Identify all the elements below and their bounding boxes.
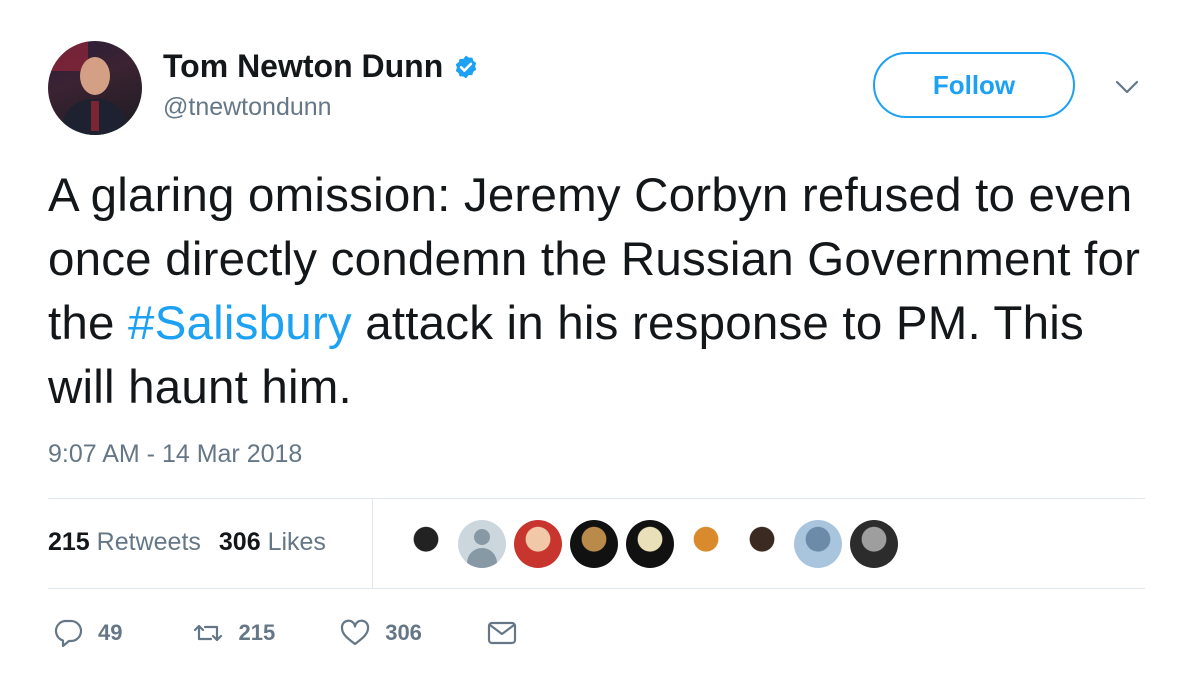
follow-button[interactable]: Follow bbox=[873, 52, 1075, 118]
liker-avatar[interactable] bbox=[794, 520, 842, 568]
author-name-row: Tom Newton Dunn bbox=[163, 48, 479, 85]
retweets-stat[interactable]: 215 Retweets bbox=[48, 528, 201, 556]
liker-avatars bbox=[402, 520, 898, 568]
reply-action[interactable]: 49 bbox=[52, 617, 122, 649]
liker-avatar[interactable] bbox=[738, 520, 786, 568]
reply-icon bbox=[54, 619, 83, 648]
retweets-count: 215 bbox=[48, 528, 90, 556]
chevron-down-icon[interactable] bbox=[1114, 77, 1140, 97]
author-avatar[interactable] bbox=[48, 41, 142, 135]
liker-avatar[interactable] bbox=[570, 520, 618, 568]
tweet-actions: 49 215 306 bbox=[52, 617, 518, 649]
direct-message-action[interactable] bbox=[486, 617, 518, 649]
like-count: 306 bbox=[385, 620, 422, 645]
stats-divider bbox=[372, 499, 373, 589]
liker-avatar[interactable] bbox=[682, 520, 730, 568]
like-action[interactable]: 306 bbox=[339, 617, 422, 649]
verified-badge-icon bbox=[456, 55, 477, 78]
avatar-tie bbox=[91, 101, 99, 131]
liker-avatar[interactable] bbox=[850, 520, 898, 568]
liker-avatar[interactable] bbox=[402, 520, 450, 568]
likes-stat[interactable]: 306 Likes bbox=[219, 528, 326, 556]
divider-top bbox=[48, 498, 1145, 499]
engagement-stats: 215 Retweets 306 Likes bbox=[48, 528, 326, 557]
liker-avatar[interactable] bbox=[514, 520, 562, 568]
hashtag-link[interactable]: #Salisbury bbox=[128, 297, 352, 350]
retweets-label: Retweets bbox=[96, 528, 201, 556]
tweet-timestamp[interactable]: 9:07 AM - 14 Mar 2018 bbox=[48, 440, 302, 469]
avatar-head bbox=[80, 57, 110, 95]
retweet-count: 215 bbox=[238, 620, 276, 645]
envelope-icon bbox=[487, 621, 517, 645]
retweet-action[interactable]: 215 bbox=[192, 617, 275, 649]
likes-count: 306 bbox=[218, 528, 261, 556]
liker-avatar[interactable] bbox=[458, 520, 506, 568]
liker-avatar[interactable] bbox=[626, 520, 674, 568]
divider-bottom bbox=[48, 588, 1145, 589]
author-name[interactable]: Tom Newton Dunn bbox=[163, 48, 443, 85]
author-handle[interactable]: @tnewtondunn bbox=[163, 93, 332, 122]
retweet-icon bbox=[194, 624, 223, 642]
tweet-text: A glaring omission: Jeremy Corbyn refuse… bbox=[48, 164, 1158, 420]
likes-label: Likes bbox=[267, 528, 326, 556]
reply-count: 49 bbox=[98, 620, 123, 645]
heart-icon bbox=[341, 619, 370, 646]
